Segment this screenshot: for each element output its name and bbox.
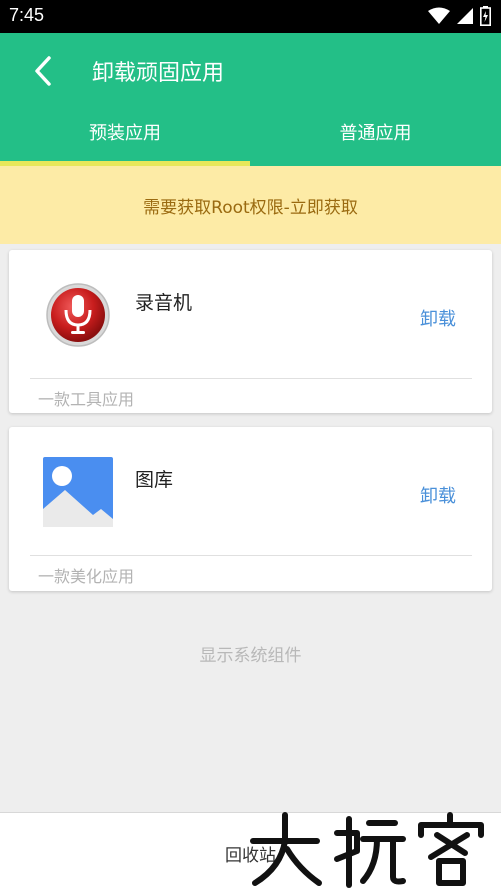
gallery-icon — [43, 457, 113, 527]
app-name: 图库 — [135, 469, 174, 491]
root-banner-text: 需要获取Root权限-立即获取 — [143, 197, 358, 218]
battery-icon — [480, 6, 491, 26]
app-description: 一款工具应用 — [38, 390, 135, 409]
app-description: 一款美化应用 — [38, 567, 135, 586]
show-system-components-link[interactable]: 显示系统组件 — [0, 641, 501, 666]
watermark-logo — [250, 812, 484, 888]
signal-icon — [457, 8, 473, 24]
tab-preinstalled[interactable]: 预装应用 — [0, 119, 250, 147]
uninstall-button[interactable]: 卸载 — [420, 305, 456, 331]
microphone-icon — [43, 280, 113, 350]
root-permission-banner[interactable]: 需要获取Root权限-立即获取 — [0, 166, 501, 244]
app-name: 录音机 — [135, 292, 193, 314]
app-bar: 卸载顽固应用 预装应用 普通应用 — [0, 33, 501, 166]
tab-normal[interactable]: 普通应用 — [250, 119, 501, 147]
bottom-bar: 回收站 — [0, 812, 501, 892]
back-arrow-icon — [35, 56, 51, 86]
uninstall-button[interactable]: 卸载 — [420, 482, 456, 508]
status-bar: 7:45 — [0, 0, 501, 33]
page-title: 卸载顽固应用 — [92, 61, 225, 86]
app-card: 图库 卸载 一款美化应用 — [9, 427, 492, 591]
divider — [30, 555, 472, 556]
wifi-icon — [428, 7, 450, 24]
status-time: 7:45 — [9, 5, 45, 25]
divider — [30, 378, 472, 379]
back-button[interactable] — [26, 53, 60, 89]
status-icons — [428, 6, 491, 26]
app-card: 录音机 卸载 一款工具应用 — [9, 250, 492, 413]
